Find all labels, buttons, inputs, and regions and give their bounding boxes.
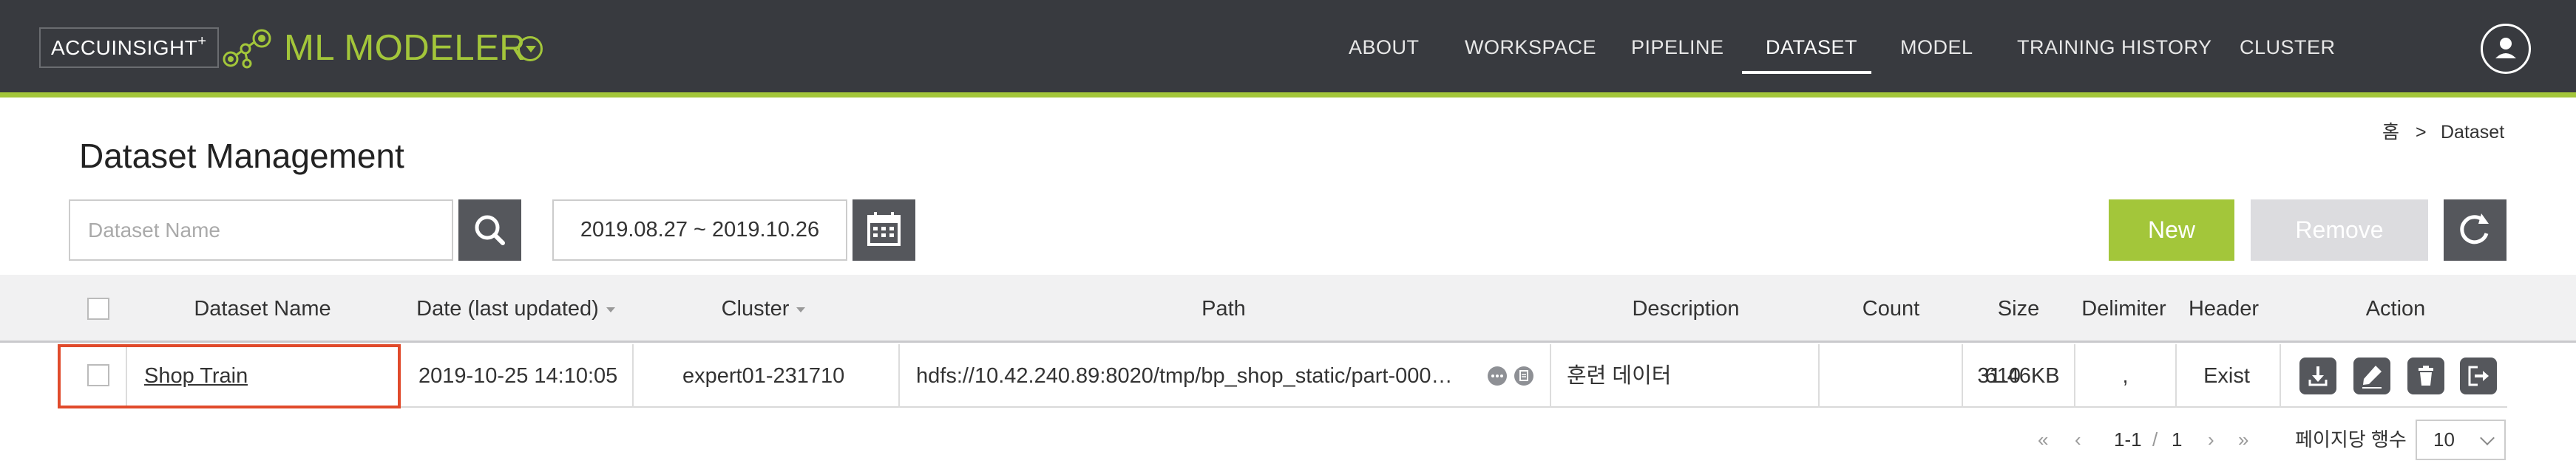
nav-dataset[interactable]: DATASET: [1766, 34, 1857, 61]
column-divider: [2280, 344, 2281, 408]
dataset-name-search-input[interactable]: [69, 199, 453, 261]
app-title: ML MODELER: [284, 28, 526, 68]
search-icon: [475, 215, 505, 245]
nav-about[interactable]: ABOUT: [1349, 34, 1420, 61]
dataset-name-link[interactable]: Shop Train: [144, 344, 248, 408]
column-divider: [1550, 344, 1551, 408]
column-divider: [632, 344, 634, 408]
column-divider: [1818, 344, 1820, 408]
calendar-icon: [867, 212, 901, 246]
cell-delimiter: ,: [2122, 364, 2129, 388]
next-page-icon[interactable]: ›: [2208, 427, 2214, 452]
download-button[interactable]: [2299, 358, 2336, 394]
select-all-checkbox[interactable]: [87, 298, 109, 320]
logo-mark-icon: [223, 29, 271, 69]
col-date-label: Date (last updated): [416, 297, 599, 321]
col-dataset-name: Dataset Name: [194, 297, 331, 321]
col-header: Header: [2188, 297, 2260, 321]
col-cluster-label: Cluster: [721, 297, 790, 321]
more-icon[interactable]: [1488, 366, 1507, 386]
col-size: Size: [1997, 297, 2040, 321]
delete-icon: [2419, 366, 2433, 386]
caret-down-icon[interactable]: [518, 36, 543, 61]
nav-cluster[interactable]: CLUSTER: [2240, 34, 2336, 61]
cell-header: Exist: [2203, 364, 2250, 388]
export-button[interactable]: [2460, 358, 2497, 394]
nav-active-indicator: [1742, 71, 1871, 74]
rows-per-page-label: 페이지당 행수: [2295, 428, 2407, 451]
table-header: Dataset Name Date (last updated) Cluster…: [0, 275, 2576, 343]
table-row: Shop Train 2019-10-25 14:10:05 expert01-…: [69, 344, 2507, 408]
new-button[interactable]: New: [2109, 199, 2234, 261]
column-divider: [898, 344, 900, 408]
page-slash: /: [2152, 428, 2158, 451]
page-total: 1: [2172, 428, 2183, 451]
prev-page-icon[interactable]: ‹: [2075, 427, 2081, 452]
remove-button[interactable]: Remove: [2251, 199, 2428, 261]
last-page-icon[interactable]: »: [2238, 427, 2248, 452]
first-page-icon[interactable]: «: [2038, 427, 2048, 452]
cell-path: hdfs://10.42.240.89:8020/tmp/bp_shop_sta…: [916, 364, 1453, 388]
export-icon: [2468, 366, 2489, 386]
rows-per-page-select[interactable]: 10: [2416, 420, 2506, 460]
nav-training-history[interactable]: TRAINING HISTORY: [2017, 34, 2212, 61]
edit-icon: [2362, 366, 2382, 389]
refresh-button[interactable]: [2444, 199, 2506, 261]
cell-date: 2019-10-25 14:10:05: [418, 364, 618, 388]
top-navigation-bar: ACCUINSIGHT+ ML MODELER ABOUT WORKSPACE …: [0, 0, 2576, 98]
nav-pipeline[interactable]: PIPELINE: [1631, 34, 1724, 61]
search-button[interactable]: [458, 199, 521, 261]
nav-workspace[interactable]: WORKSPACE: [1465, 34, 1596, 61]
column-divider: [126, 344, 127, 408]
cell-description: 훈련 데이터: [1567, 364, 1672, 388]
cell-size: 31.46KB: [1977, 364, 2060, 388]
sort-caret-icon: [796, 307, 806, 312]
user-icon[interactable]: [2481, 24, 2531, 74]
col-count: Count: [1862, 297, 1920, 321]
accuinsight-brand[interactable]: ACCUINSIGHT+: [39, 27, 219, 68]
copy-icon[interactable]: [1514, 366, 1533, 386]
row-checkbox[interactable]: [87, 364, 109, 386]
column-divider: [399, 344, 401, 408]
calendar-button[interactable]: [853, 199, 915, 261]
breadcrumb-separator: >: [2416, 122, 2427, 143]
brand-plus: +: [197, 33, 207, 49]
sort-caret-icon: [606, 307, 615, 312]
download-icon: [2308, 366, 2328, 386]
col-cluster[interactable]: Cluster: [636, 275, 891, 343]
page-range: 1-1: [2114, 428, 2142, 451]
brand-name: ACCUINSIGHT: [51, 36, 198, 59]
nav-model[interactable]: MODEL: [1900, 34, 1973, 61]
breadcrumb-current: Dataset: [2441, 122, 2505, 143]
delete-button[interactable]: [2407, 358, 2444, 394]
edit-button[interactable]: [2353, 358, 2390, 394]
page-title: Dataset Management: [79, 137, 404, 175]
breadcrumb-home[interactable]: 홈: [2382, 121, 2399, 143]
refresh-icon: [2460, 213, 2489, 244]
dataset-name-text[interactable]: Shop Train: [144, 364, 248, 388]
col-description: Description: [1632, 297, 1740, 321]
col-path: Path: [1201, 297, 1246, 321]
col-delimiter: Delimiter: [2081, 297, 2166, 321]
cell-cluster: expert01-231710: [682, 364, 845, 388]
col-action: Action: [2365, 297, 2426, 321]
col-date[interactable]: Date (last updated): [403, 275, 628, 343]
date-range-field[interactable]: 2019.08.27 ~ 2019.10.26: [552, 199, 847, 261]
